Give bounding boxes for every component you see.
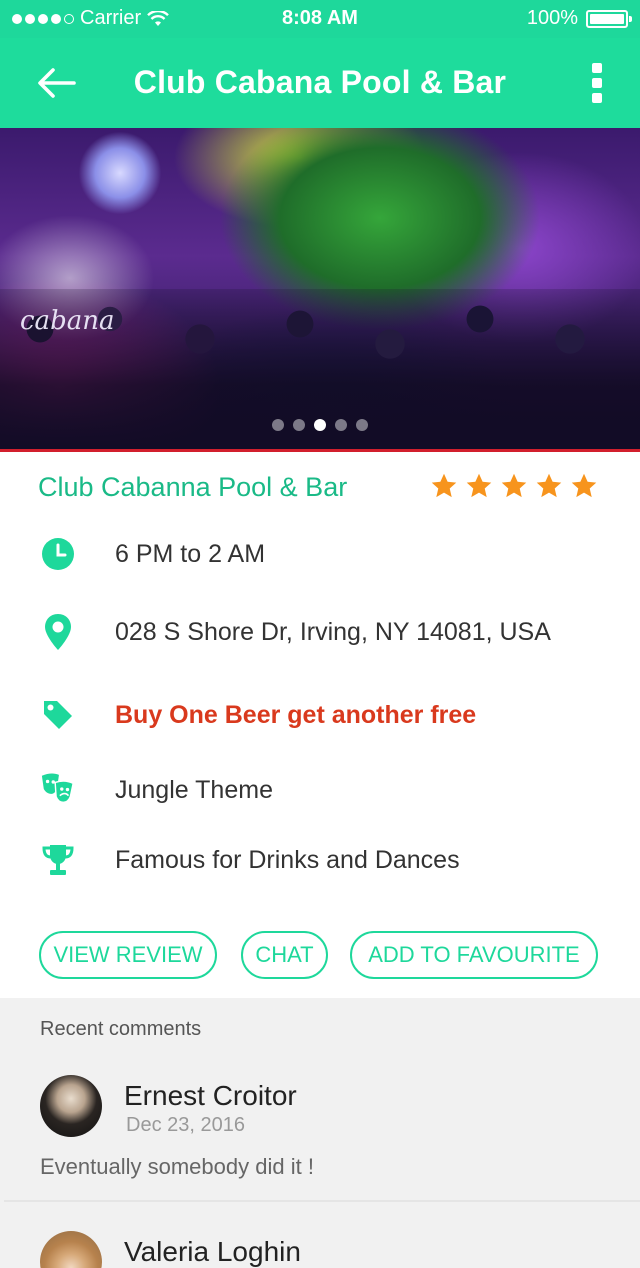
carousel-dot[interactable] [356,419,368,431]
carousel-dot-active[interactable] [314,419,326,431]
location-pin-icon [40,614,76,650]
theme-row: Jungle Theme [0,765,640,815]
comment-author[interactable]: Valeria Loghin [124,1236,301,1268]
offer-text: Buy One Beer get another free [115,700,477,729]
more-options-button[interactable] [582,60,612,106]
clock-icon [40,536,76,572]
recent-comments-section: Recent comments Ernest Croitor Dec 23, 2… [0,998,640,1268]
comments-heading: Recent comments [40,1018,202,1040]
star-icon [536,473,562,498]
hero-image-carousel[interactable]: cabana [0,128,640,452]
trophy-icon [40,842,76,878]
star-icon [501,473,527,498]
battery-percent: 100% [526,7,578,29]
add-to-favourite-button[interactable]: ADD TO FAVOURITE [350,931,598,979]
nav-bar: Club Cabana Pool & Bar [0,38,640,128]
status-right: 100% [526,7,632,30]
address-text: 028 S Shore Dr, Irving, NY 14081, USA [115,617,551,646]
star-icon [571,473,597,498]
carousel-dot[interactable] [335,419,347,431]
theme-text: Jungle Theme [115,775,273,804]
status-bar: Carrier 8:08 AM 100% [0,0,640,38]
tag-icon [40,697,76,733]
comment-text: Eventually somebody did it ! [40,1154,314,1179]
famous-for-text: Famous for Drinks and Dances [115,845,460,874]
more-vertical-icon [592,63,602,73]
page-title: Club Cabana Pool & Bar [133,64,507,100]
star-rating [430,472,598,500]
star-icon [466,473,492,498]
comment-date: Dec 23, 2016 [126,1114,245,1136]
hours-text: 6 PM to 2 AM [115,539,266,568]
avatar[interactable] [40,1075,102,1137]
comment-author[interactable]: Ernest Croitor [124,1080,297,1112]
star-icon [431,473,457,498]
carousel-dot[interactable] [293,419,305,431]
venue-logo: cabana [20,306,115,336]
hours-row: 6 PM to 2 AM [0,529,640,579]
divider [4,1200,640,1202]
arrow-left-icon [38,68,76,98]
carousel-dot[interactable] [272,419,284,431]
offer-row: Buy One Beer get another free [0,690,640,740]
famous-for-row: Famous for Drinks and Dances [0,835,640,885]
theater-masks-icon [40,772,76,808]
carousel-indicators [0,419,640,431]
chat-button[interactable]: CHAT [241,931,328,979]
battery-icon [586,9,632,28]
back-button[interactable] [28,60,84,106]
address-row[interactable]: 028 S Shore Dr, Irving, NY 14081, USA [0,607,640,657]
venue-name: Club Cabanna Pool & Bar [38,472,348,502]
avatar[interactable] [40,1231,102,1268]
view-review-button[interactable]: VIEW REVIEW [39,931,217,979]
